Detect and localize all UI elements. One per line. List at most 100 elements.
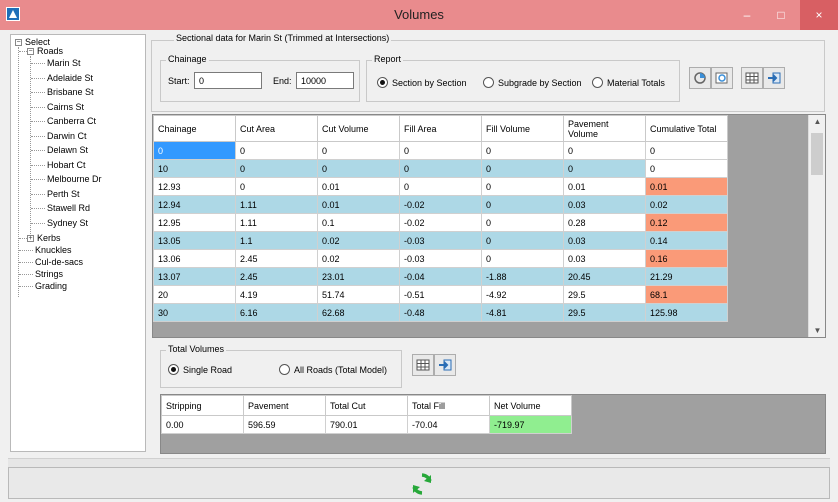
table-row[interactable]: 13.07 2.45 23.01 -0.04 -1.88 20.45 21.29	[153, 267, 728, 286]
table-cell[interactable]: 0	[563, 159, 646, 178]
table-cell[interactable]: -0.51	[399, 285, 482, 304]
option-section-by-section[interactable]: Section by Section	[392, 78, 467, 88]
vertical-scrollbar[interactable]: ▲ ▼	[808, 115, 825, 337]
table-cell[interactable]: 13.07	[153, 267, 236, 286]
table-cell[interactable]: 51.74	[317, 285, 400, 304]
radio-all-roads[interactable]	[279, 364, 290, 375]
radio-subgrade-by-section[interactable]	[483, 77, 494, 88]
table-cell[interactable]: 23.01	[317, 267, 400, 286]
table-cell[interactable]: 0.03	[563, 231, 646, 250]
table-cell[interactable]: 0	[481, 231, 564, 250]
column-header[interactable]: Fill Area	[399, 115, 482, 142]
table-cell[interactable]: 21.29	[645, 267, 728, 286]
totals-export-button[interactable]	[434, 354, 456, 376]
table-row[interactable]: 12.94 1.11 0.01 -0.02 0 0.03 0.02	[153, 195, 728, 214]
table-cell[interactable]: 12.94	[153, 195, 236, 214]
tree-road-item[interactable]: Melbourne Dr	[47, 174, 102, 184]
table-cell[interactable]: -0.03	[399, 231, 482, 250]
table-cell[interactable]: 0	[235, 177, 318, 196]
chart-settings-button[interactable]	[711, 67, 733, 89]
table-row[interactable]: 13.06 2.45 0.02 -0.03 0 0.03 0.16	[153, 249, 728, 268]
table-cell[interactable]: 0	[399, 141, 482, 160]
table-cell[interactable]: 0.1	[317, 213, 400, 232]
table-cell[interactable]: 1.11	[235, 195, 318, 214]
table-cell[interactable]: 20	[153, 285, 236, 304]
table-cell[interactable]: -0.02	[399, 195, 482, 214]
table-cell[interactable]: 0.01	[317, 195, 400, 214]
tree-road-item[interactable]: Sydney St	[47, 218, 88, 228]
totals-table-button[interactable]	[412, 354, 434, 376]
totals-grid[interactable]: Stripping Pavement Total Cut Total Fill Net …	[160, 394, 826, 454]
scroll-up-icon[interactable]: ▲	[809, 117, 825, 126]
chart-button[interactable]	[689, 67, 711, 89]
tree-road-item[interactable]: Hobart Ct	[47, 160, 86, 170]
table-cell[interactable]: 0	[645, 141, 728, 160]
table-cell[interactable]: 0	[399, 177, 482, 196]
totals-cell[interactable]: 790.01	[325, 415, 408, 434]
column-header[interactable]: Cut Volume	[317, 115, 400, 142]
table-cell[interactable]: 0.01	[645, 177, 728, 196]
table-cell[interactable]: 2.45	[235, 267, 318, 286]
table-cell[interactable]: 0.02	[645, 195, 728, 214]
refresh-button[interactable]	[8, 467, 830, 499]
totals-cell[interactable]: -719.97	[489, 415, 572, 434]
table-cell[interactable]: 0.16	[645, 249, 728, 268]
table-cell[interactable]: 0	[481, 141, 564, 160]
table-cell[interactable]: 12.93	[153, 177, 236, 196]
table-cell[interactable]: 0	[481, 177, 564, 196]
minimize-button[interactable]: –	[732, 0, 762, 30]
section-data-grid[interactable]: Chainage Cut Area Cut Volume Fill Area Fill …	[152, 114, 826, 338]
table-cell[interactable]: 0	[645, 159, 728, 178]
table-row[interactable]: 30 6.16 62.68 -0.48 -4.81 29.5 125.98	[153, 303, 728, 322]
table-cell[interactable]: 12.95	[153, 213, 236, 232]
table-cell[interactable]: 0	[317, 141, 400, 160]
tree-road-item[interactable]: Marin St	[47, 58, 81, 68]
table-cell[interactable]: 0.03	[563, 195, 646, 214]
table-cell[interactable]: 13.06	[153, 249, 236, 268]
totals-cell[interactable]: 596.59	[243, 415, 326, 434]
table-cell[interactable]: -4.92	[481, 285, 564, 304]
table-cell[interactable]: 10	[153, 159, 236, 178]
table-cell[interactable]: 0	[481, 159, 564, 178]
table-row[interactable]: 13.05 1.1 0.02 -0.03 0 0.03 0.14	[153, 231, 728, 250]
totals-cell[interactable]: 0.00	[161, 415, 244, 434]
collapse-icon[interactable]: −	[15, 39, 22, 46]
table-cell[interactable]: 1.11	[235, 213, 318, 232]
tree-road-item[interactable]: Stawell Rd	[47, 203, 90, 213]
table-row[interactable]: 12.93 0 0.01 0 0 0.01 0.01	[153, 177, 728, 196]
column-header[interactable]: Chainage	[153, 115, 236, 142]
expand-icon[interactable]: +	[27, 235, 34, 242]
table-row[interactable]: 20 4.19 51.74 -0.51 -4.92 29.5 68.1	[153, 285, 728, 304]
option-all-roads[interactable]: All Roads (Total Model)	[294, 365, 387, 375]
table-cell[interactable]: -0.48	[399, 303, 482, 322]
table-button[interactable]	[741, 67, 763, 89]
table-cell[interactable]: 29.5	[563, 303, 646, 322]
table-cell[interactable]: 0	[481, 213, 564, 232]
column-header[interactable]: Pavement Volume	[563, 115, 646, 142]
radio-single-road[interactable]	[168, 364, 179, 375]
table-cell[interactable]: 0.01	[563, 177, 646, 196]
collapse-icon[interactable]: −	[27, 48, 34, 55]
table-cell[interactable]: 68.1	[645, 285, 728, 304]
scroll-thumb[interactable]	[811, 133, 823, 175]
table-cell[interactable]: -0.03	[399, 249, 482, 268]
table-cell[interactable]: 4.19	[235, 285, 318, 304]
totals-cell[interactable]: -70.04	[407, 415, 490, 434]
scroll-down-icon[interactable]: ▼	[809, 326, 825, 335]
tree-road-item[interactable]: Perth St	[47, 189, 80, 199]
table-row[interactable]: 10 0 0 0 0 0 0	[153, 159, 728, 178]
end-input[interactable]	[296, 72, 354, 89]
table-cell[interactable]: 62.68	[317, 303, 400, 322]
table-cell[interactable]: 0.02	[317, 249, 400, 268]
column-header[interactable]: Cumulative Total	[645, 115, 728, 142]
table-row[interactable]: 12.95 1.11 0.1 -0.02 0 0.28 0.12	[153, 213, 728, 232]
tree-node-kerbs[interactable]: Kerbs	[37, 233, 61, 243]
table-cell[interactable]: 0	[481, 195, 564, 214]
table-cell[interactable]: 0	[235, 141, 318, 160]
table-cell[interactable]: 0.12	[645, 213, 728, 232]
table-cell[interactable]: 0	[235, 159, 318, 178]
tree-node-roads[interactable]: Roads	[37, 46, 63, 56]
table-cell[interactable]: -0.04	[399, 267, 482, 286]
table-cell[interactable]: 6.16	[235, 303, 318, 322]
road-tree[interactable]: − Select − Roads + Kerbs Knuckles Cul-de…	[10, 34, 146, 452]
